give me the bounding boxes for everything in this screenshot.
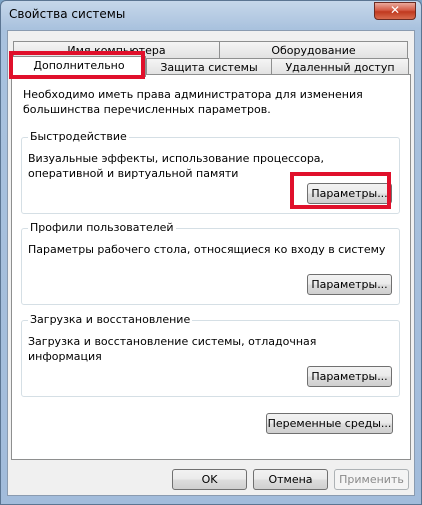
ok-button[interactable]: OK (172, 469, 247, 490)
tab-label: Удаленный доступ (285, 61, 395, 74)
performance-group-label: Быстродействие (28, 130, 129, 144)
tab-label: Оборудование (271, 44, 356, 57)
title-bar[interactable]: Свойства системы ✕ (1, 1, 421, 31)
startup-recovery-group: Загрузка и восстановление Загрузка и вос… (21, 313, 400, 397)
startup-recovery-description: Загрузка и восстановление системы, отлад… (28, 335, 317, 363)
tab-hardware[interactable]: Оборудование (219, 41, 408, 59)
user-profiles-group: Профили пользователей Параметры рабочего… (21, 221, 400, 305)
tab-label: Защита системы (160, 61, 258, 74)
close-icon: ✕ (389, 3, 401, 17)
system-properties-window: Свойства системы ✕ Имя компьютера Оборуд… (0, 0, 422, 505)
performance-description: Визуальные эффекты, использование процес… (28, 152, 325, 180)
environment-variables-button[interactable]: Переменные среды... (266, 413, 393, 434)
close-button[interactable]: ✕ (374, 2, 416, 20)
tab-label: Дополнительно (33, 59, 125, 72)
window-title: Свойства системы (9, 7, 126, 21)
performance-group: Быстродействие Визуальные эффекты, испол… (21, 130, 400, 214)
advanced-tab-panel: Необходимо иметь права администратора дл… (11, 74, 411, 460)
tab-advanced[interactable]: Дополнительно (12, 56, 146, 77)
user-profiles-description: Параметры рабочего стола, относящиеся ко… (28, 243, 386, 256)
admin-rights-note: Необходимо иметь права администратора дл… (23, 88, 363, 116)
performance-settings-button[interactable]: Параметры... (307, 183, 392, 204)
user-profiles-group-label: Профили пользователей (28, 221, 176, 235)
apply-button[interactable]: Применить (334, 469, 409, 490)
cancel-button[interactable]: Отмена (253, 469, 328, 490)
user-profiles-settings-button[interactable]: Параметры... (307, 274, 392, 295)
startup-recovery-settings-button[interactable]: Параметры... (307, 366, 392, 387)
startup-recovery-group-label: Загрузка и восстановление (28, 313, 193, 327)
